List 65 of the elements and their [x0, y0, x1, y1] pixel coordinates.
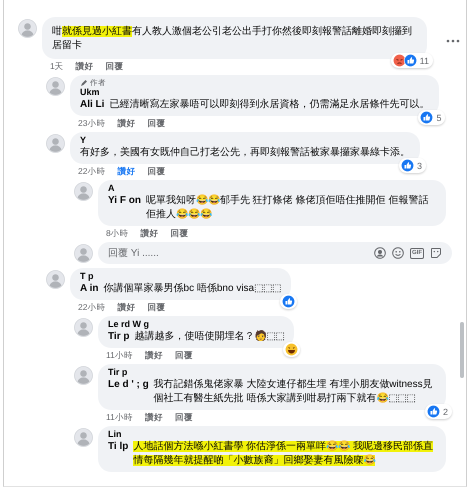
pencil-icon: [80, 78, 88, 86]
reaction-badge: 3: [398, 158, 426, 173]
like-reaction-icon: [426, 405, 440, 418]
timestamp[interactable]: 8小時: [106, 228, 129, 239]
comment-text: 已經清晰寫左家暴唔可以即刻得到永居資格，仍需滿足永居條件先可以。: [109, 98, 430, 112]
timestamp[interactable]: 1天: [50, 61, 64, 72]
commenter-name[interactable]: A: [108, 183, 436, 194]
reaction-badge: 2: [424, 404, 452, 419]
reply-link[interactable]: 回覆: [147, 118, 166, 129]
avatar[interactable]: [74, 366, 93, 385]
like-link[interactable]: 讚好: [140, 228, 159, 239]
avatar[interactable]: [46, 77, 65, 96]
avatar[interactable]: [46, 270, 65, 289]
comment-text: 咁就係見過小紅書有人教人激個老公引老公出手打你然後即刻報警話離婚即刻攞到居留卡: [52, 25, 413, 53]
avatar[interactable]: [74, 182, 93, 201]
scrollbar-thumb[interactable]: [460, 322, 464, 378]
sticker-icon[interactable]: [430, 247, 442, 259]
mention-link[interactable]: Le d ' ; g: [108, 378, 149, 392]
mention-link[interactable]: A in: [80, 282, 99, 296]
timestamp[interactable]: 22小時: [78, 302, 106, 313]
mention-link[interactable]: Yi F on: [108, 194, 141, 208]
reaction-badge: 5: [418, 110, 446, 125]
comment-text: 你講個單家暴男係bc 唔係bno visa⬚⬚⬚: [104, 282, 282, 296]
commenter-name[interactable]: Tir p: [108, 367, 436, 378]
like-link[interactable]: 讚好: [76, 61, 94, 72]
commenter-name[interactable]: Lin: [108, 429, 436, 440]
avatar-sticker-icon[interactable]: [374, 247, 386, 259]
reply-link[interactable]: 回覆: [147, 166, 166, 177]
like-reaction-icon: [404, 54, 417, 67]
avatar[interactable]: [74, 318, 93, 337]
avatar[interactable]: [18, 19, 37, 38]
like-link[interactable]: 讚好: [144, 412, 163, 423]
like-link[interactable]: 讚好: [144, 350, 163, 361]
like-link[interactable]: 讚好: [117, 118, 136, 129]
more-options-icon[interactable]: [446, 39, 460, 43]
like-reaction-icon: [400, 159, 414, 172]
commenter-name[interactable]: T p: [80, 271, 282, 282]
commenter-name[interactable]: Ukm: [80, 87, 430, 98]
reply-link[interactable]: 回覆: [147, 302, 166, 313]
avatar[interactable]: [74, 244, 93, 263]
avatar[interactable]: [46, 134, 65, 153]
reply-link[interactable]: 回覆: [174, 412, 193, 423]
like-link[interactable]: 讚好: [117, 166, 136, 177]
mention-link[interactable]: Ti lp: [108, 440, 128, 454]
angry-reaction-icon: [392, 54, 406, 67]
comment-text: 越講越多，使唔使開埋名？🧑⬚⬚: [134, 330, 284, 344]
comment-text: 有好多，美國有女既仲自己打老公先，再即刻報警話被家暴攞家暴綠卡添。: [80, 146, 410, 160]
timestamp[interactable]: 11小時: [106, 412, 133, 423]
comment-text: 呢單我知呀😂😂郁手先 狂打條佬 條佬頂佢唔住推開佢 佢報警話佢推人😂😂😂: [146, 194, 430, 222]
reply-link[interactable]: 回覆: [174, 350, 193, 361]
commenter-name[interactable]: Le rd W g: [108, 319, 284, 330]
commenter-name[interactable]: Y: [80, 135, 410, 146]
like-reaction-icon: [420, 111, 434, 124]
timestamp[interactable]: 22小時: [78, 166, 106, 177]
reply-link[interactable]: 回覆: [106, 61, 124, 72]
like-link[interactable]: 讚好: [117, 302, 136, 313]
avatar[interactable]: [74, 428, 93, 447]
comment-text: 我冇記錯係鬼佬家暴 大陸女連仔都生埋 有埋小朋友做witness見個社工有醫生紙先批 唔係大家講到咁易打兩下就有😂⬚⬚⬚: [154, 378, 434, 406]
emoji-icon[interactable]: [392, 247, 404, 259]
timestamp[interactable]: 11小時: [106, 350, 133, 361]
mention-link[interactable]: Tir p: [108, 330, 130, 344]
timestamp[interactable]: 23小時: [78, 118, 106, 129]
mention-link[interactable]: Ali Li: [80, 98, 104, 112]
reply-link[interactable]: 回覆: [170, 228, 189, 239]
reaction-badge: 11: [390, 53, 433, 68]
